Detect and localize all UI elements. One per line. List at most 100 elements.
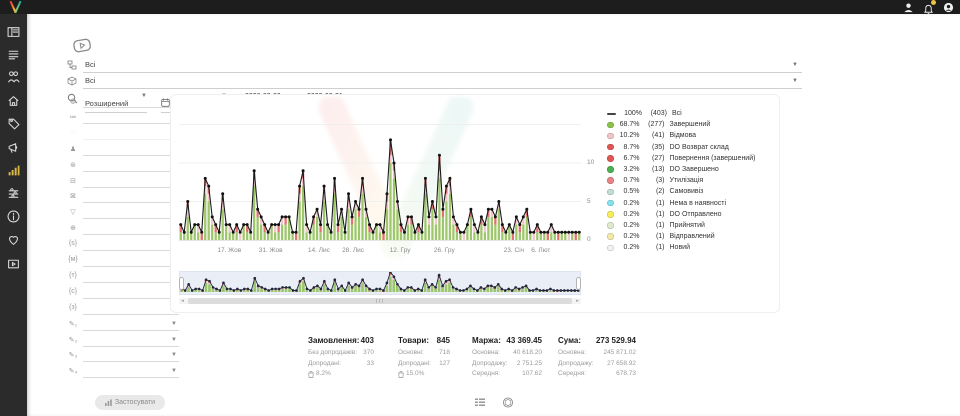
stat-subvalue: 27 658.92 — [607, 359, 636, 370]
legend-count: (1) — [640, 244, 665, 251]
legend-pct: 0.7% — [614, 177, 640, 184]
legend-item[interactable]: 68.7%(277)Завершений — [607, 119, 773, 130]
legend-item[interactable]: 0.2%(1)Прийнятий — [607, 220, 773, 231]
filter-row-11[interactable]: {м}▼ — [67, 256, 179, 269]
empty-circle-icon: ◌ — [67, 129, 79, 136]
navigator-left-handle[interactable] — [179, 277, 184, 290]
filter-row-9[interactable]: ⊕▼ — [67, 224, 179, 237]
sidebar-item-orders-list[interactable] — [0, 45, 27, 63]
legend-item[interactable]: 0.2%(1)Новий — [607, 242, 773, 253]
scroll-right-arrow[interactable]: ▸ — [574, 298, 581, 304]
sidebar-item-store[interactable] — [0, 92, 27, 110]
bell-icon[interactable] — [923, 2, 934, 13]
sidebar-item-sliders[interactable] — [0, 184, 27, 202]
stat-value: 845 — [437, 336, 450, 345]
underline — [83, 234, 179, 235]
underline — [83, 266, 179, 267]
legend-pct: 0.2% — [614, 233, 640, 240]
chart-type-icon[interactable] — [502, 397, 514, 408]
x-tick-label: 17. Жов — [217, 247, 241, 254]
filter-row-2[interactable]: ≔▼ — [67, 113, 179, 126]
stat-subrow: Допродані:127 — [398, 359, 450, 370]
main-panel: Всі ▼ Всі ▼ Розширений ▼ Додане — [27, 14, 960, 416]
underline — [83, 171, 179, 172]
stat-subvalue: 107.62 — [522, 369, 542, 380]
apply-button[interactable]: Застосувати — [95, 395, 165, 410]
filter-row-1[interactable]: ◍▼ — [67, 97, 179, 110]
y-tick-label: 10 — [587, 159, 603, 166]
x-axis: 17. Жов31. Жов14. Лис28. Лис12. Гру26. Г… — [179, 247, 581, 256]
chart-bars-icon — [105, 399, 112, 406]
stat-subvalue: 33 — [367, 359, 374, 370]
legend-item[interactable]: 0.2%(1)Відправлений — [607, 231, 773, 242]
scrollbar-thumb[interactable] — [188, 298, 572, 304]
legend-item[interactable]: 0.5%(2)Самовивіз — [607, 186, 773, 197]
brand-v-logo[interactable] — [8, 1, 23, 13]
stat-sublabel: Допродажу: — [472, 359, 508, 370]
filter-row-15[interactable]: ✎₁▼ — [67, 320, 179, 333]
avatar-icon[interactable] — [943, 2, 954, 13]
sidebar-item-partners[interactable] — [0, 231, 27, 249]
legend-item[interactable]: 10.2%(41)Відмова — [607, 130, 773, 141]
navigator-right-handle[interactable] — [576, 277, 581, 290]
legend-label: Самовивіз — [670, 188, 704, 195]
legend-item[interactable]: 0.2%(1)DO Отправлено — [607, 209, 773, 220]
person-icon: ♟ — [67, 145, 79, 153]
legend-pct: 68.7% — [614, 121, 640, 128]
legend-label: Всі — [672, 110, 682, 117]
upsell-rate: 15.0% — [398, 369, 450, 380]
note-4-icon: ✎₄ — [67, 367, 79, 375]
filter-row-10[interactable]: {s}▼ — [67, 240, 179, 253]
legend-pct: 0.2% — [614, 211, 640, 218]
filter-row-17[interactable]: ✎₃▼ — [67, 351, 179, 364]
legend-item[interactable]: 6.7%(27)Повернення (завершений) — [607, 153, 773, 164]
filter-row-13[interactable]: {с}▼ — [67, 288, 179, 301]
legend-label: Прийнятий — [670, 222, 705, 229]
legend-item[interactable]: 8.7%(35)DO Возврат склад — [607, 142, 773, 153]
legend-count: (1) — [640, 211, 665, 218]
stat-subrow: Без допродажів:370 — [308, 348, 374, 359]
filter-row-5[interactable]: ⊛▼ — [67, 161, 179, 174]
legend-item[interactable]: 3.2%(13)DO Завершено — [607, 164, 773, 175]
user-icon[interactable] — [903, 2, 914, 13]
legend-item[interactable]: 0.2%(1)Нема в наявності — [607, 198, 773, 209]
filter-row-6[interactable]: ⊟▼ — [67, 177, 179, 190]
cube-icon — [67, 76, 77, 86]
sidebar-item-video[interactable] — [0, 254, 27, 272]
filter-row-8[interactable]: ▽▼ — [67, 208, 179, 221]
filter-row-12[interactable]: {т}▼ — [67, 272, 179, 285]
legend-pct: 0.2% — [614, 244, 640, 251]
chart-navigator[interactable] — [179, 271, 581, 295]
list-view-icon[interactable] — [474, 397, 486, 408]
filter-row-category[interactable]: Всі ▼ — [67, 59, 802, 73]
filter-row-16[interactable]: ✎₂▼ — [67, 336, 179, 349]
underline — [83, 123, 179, 124]
sidebar-item-analytics[interactable] — [0, 161, 27, 179]
scroll-left-arrow[interactable]: ◂ — [179, 298, 186, 304]
sidebar-item-info[interactable] — [0, 208, 27, 226]
sidebar-item-price-tag[interactable] — [0, 115, 27, 133]
var-s-icon: {s} — [67, 240, 79, 247]
chevron-down-icon: ▼ — [792, 62, 798, 68]
stat-title: Товари: — [398, 336, 429, 345]
filter-row-7[interactable]: ⊠▼ — [67, 192, 179, 205]
sidebar-item-megaphone[interactable] — [0, 138, 27, 156]
stat-column: Товари:845Основні:718Допродані:12715.0% — [398, 336, 450, 380]
stat-column: Маржа:43 369.45Основна:40 618.20Допродаж… — [472, 336, 542, 380]
store-icon — [7, 94, 20, 107]
underline — [83, 298, 179, 299]
filter-row-14[interactable]: {з}▼ — [67, 304, 179, 317]
legend-item[interactable]: 0.7%(3)Утилізація — [607, 175, 773, 186]
sidebar-item-users[interactable] — [0, 68, 27, 86]
filter-row-3[interactable]: ◌▼ — [67, 129, 179, 142]
underline — [83, 314, 179, 315]
filter-row-4[interactable]: ♟▼ — [67, 145, 179, 158]
legend-item[interactable]: 100%(403)Всі — [607, 108, 773, 119]
filter-row-18[interactable]: ✎₄▼ — [67, 367, 179, 380]
sidebar-item-panel[interactable] — [0, 22, 27, 40]
filter-row-product[interactable]: Всі ▼ — [67, 75, 802, 89]
stat-sublabel: Допродані: — [398, 359, 431, 370]
y-tick-label: 5 — [587, 198, 603, 205]
chart-scrollbar[interactable]: ◂ ▸ — [179, 298, 581, 304]
stat-subvalue: 40 618.20 — [513, 348, 542, 359]
